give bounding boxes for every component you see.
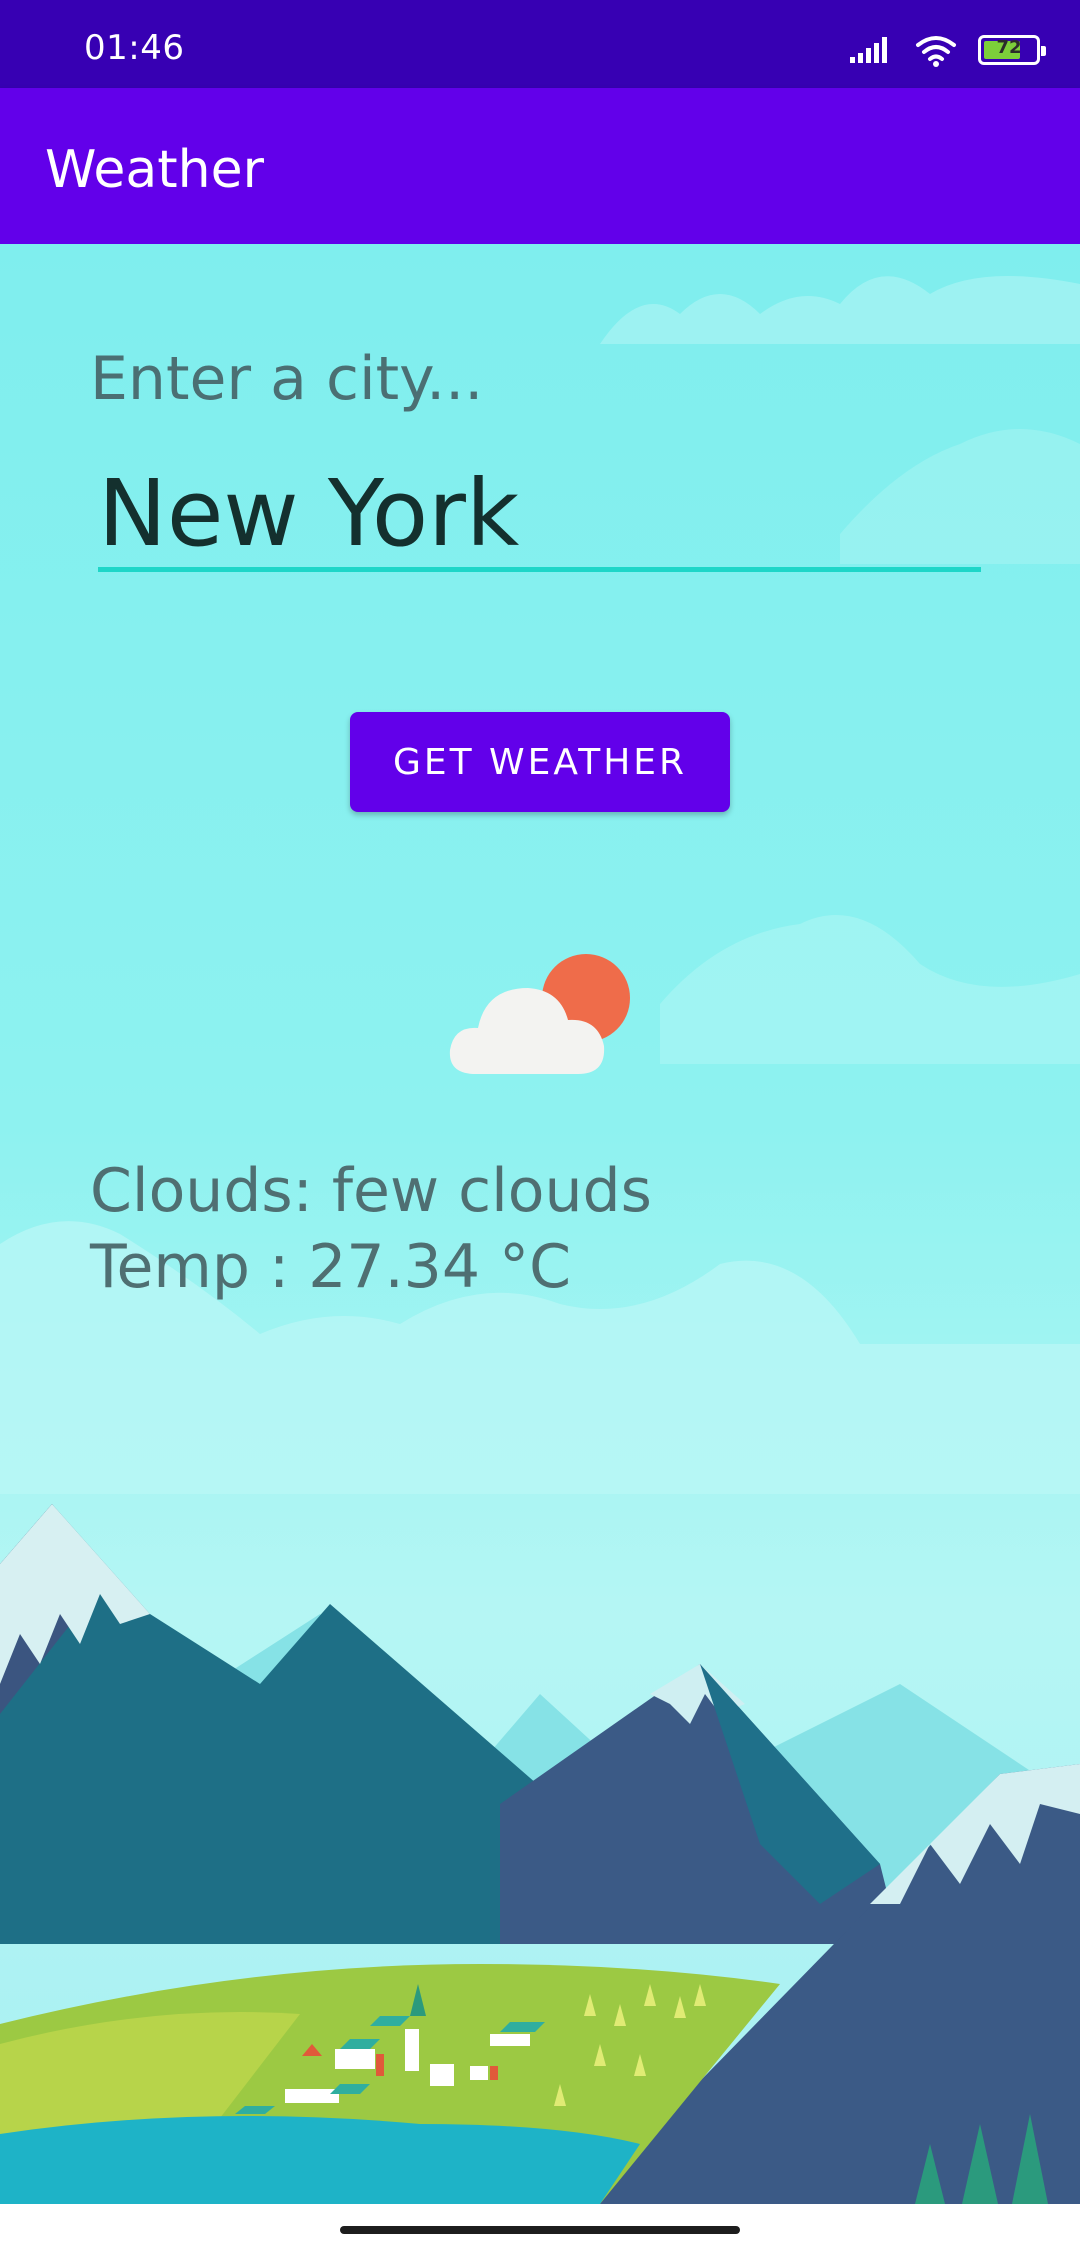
battery-level: 72 — [996, 37, 1022, 58]
signal-icon — [850, 37, 887, 63]
partly-cloudy-icon — [449, 954, 630, 1074]
city-input[interactable] — [98, 459, 981, 572]
main-content: Enter a city... GET WEATHER Clouds: few … — [0, 244, 1080, 2204]
battery-icon: 72 — [978, 35, 1046, 65]
city-label: Enter a city... — [90, 344, 484, 414]
status-bar: 01:46 72 — [0, 0, 1080, 88]
get-weather-button[interactable]: GET WEATHER — [350, 712, 730, 812]
app-bar: Weather — [0, 88, 1080, 244]
wifi-icon — [916, 36, 956, 67]
weather-description: Clouds: few clouds — [90, 1156, 652, 1226]
status-time: 01:46 — [84, 28, 185, 68]
navigation-bar — [0, 2204, 1080, 2248]
weather-temperature: Temp : 27.34 °C — [90, 1232, 571, 1302]
status-icons: 72 — [850, 30, 1046, 70]
home-gesture-handle[interactable] — [340, 2226, 740, 2234]
app-title: Weather — [45, 140, 264, 200]
